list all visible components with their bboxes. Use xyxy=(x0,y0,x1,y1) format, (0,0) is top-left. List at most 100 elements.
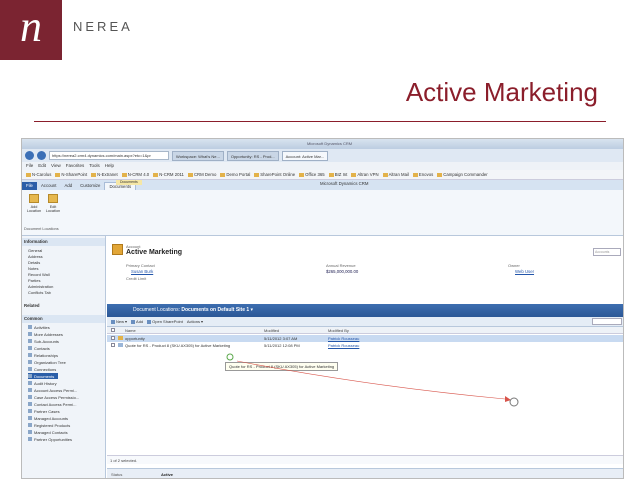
crm-screenshot: Microsoft Dynamics CRM https://nerea2.cr… xyxy=(21,138,624,479)
menu-help[interactable]: Help xyxy=(105,162,114,170)
brand-name: NEREA xyxy=(73,19,133,34)
favorites-bar: N-Carolus N-SharePoint N-Extranet N-CRM … xyxy=(22,170,623,180)
add-location-button[interactable]: Add Location xyxy=(25,194,43,213)
favorite-link[interactable]: Enovos xyxy=(412,172,433,177)
browser-tab[interactable]: Opportunity: RS - Prod... xyxy=(226,150,279,161)
favorite-link[interactable]: SharePoint Online xyxy=(254,172,295,177)
forward-icon[interactable] xyxy=(37,151,46,160)
menu-favorites[interactable]: Favorites xyxy=(66,162,85,170)
document-icon xyxy=(28,374,32,378)
account-icon xyxy=(28,416,32,420)
favorite-link[interactable]: N-SharePoint xyxy=(55,172,87,177)
favorite-link[interactable]: Demo Portal xyxy=(220,172,250,177)
nav-item-sub-accounts[interactable]: Sub-Accounts xyxy=(28,338,59,344)
slide-title: Active Marketing xyxy=(405,77,598,107)
ribbon-group-label: Document Locations xyxy=(24,227,59,231)
favorite-link[interactable]: BIZ Int xyxy=(328,172,347,177)
nav-item-partner-opportunities[interactable]: Partner Opportunities xyxy=(28,436,72,442)
nav-item-contacts[interactable]: Contacts xyxy=(28,345,50,351)
nav-item-account-access[interactable]: Account Access Permi... xyxy=(28,387,77,393)
ribbon: Add Location Edit Location Document Loca… xyxy=(22,190,623,236)
left-nav: Information General Address Details Note… xyxy=(22,236,106,478)
main-content: Account Active Marketing Accounts Primar… xyxy=(107,236,623,478)
nav-item-activities[interactable]: Activities xyxy=(28,324,50,330)
favorite-icon xyxy=(121,172,127,177)
nav-item-documents[interactable]: Documents xyxy=(28,373,59,379)
nav-item-managed-contacts[interactable]: Managed Contacts xyxy=(28,429,68,435)
nav-item-organization-tree[interactable]: Organization Tree xyxy=(28,359,66,365)
folder-add-icon xyxy=(29,194,39,203)
favorite-icon xyxy=(91,172,97,177)
favorite-icon xyxy=(254,172,260,177)
favorite-icon xyxy=(299,172,305,177)
permission-icon xyxy=(28,402,32,406)
menu-edit[interactable]: Edit xyxy=(38,162,46,170)
favorite-link[interactable]: Altran VPN xyxy=(351,172,379,177)
nav-item-registered-products[interactable]: Registered Products xyxy=(28,422,70,428)
drag-path xyxy=(236,360,506,400)
edit-location-button[interactable]: Edit Location xyxy=(44,194,62,213)
menu-tools[interactable]: Tools xyxy=(89,162,100,170)
nav-item-connections[interactable]: Connections xyxy=(28,366,56,372)
drag-arrow xyxy=(226,353,519,407)
browser-tab[interactable]: Workspace: What's Ne... xyxy=(172,150,224,161)
browser-titlebar: Microsoft Dynamics CRM xyxy=(22,139,623,149)
favorite-link[interactable]: N-CRM 2011 xyxy=(153,172,184,177)
status-value: Active xyxy=(161,472,174,477)
ribbon-tab-customize[interactable]: Customize xyxy=(76,182,104,190)
favorite-icon xyxy=(351,172,357,177)
favorite-icon xyxy=(412,172,418,177)
audit-icon xyxy=(28,381,32,385)
cursor-icon xyxy=(509,397,519,407)
nav-item-partner-cases[interactable]: Partner Cases xyxy=(28,408,60,414)
address-icon xyxy=(28,332,32,336)
nav-item-conflicts-tab[interactable]: Conflicts Tab xyxy=(28,289,51,295)
case-icon xyxy=(28,409,32,413)
favorite-link[interactable]: CRM Demo xyxy=(187,172,216,177)
nav-header-common[interactable]: Common xyxy=(22,315,105,323)
account-icon xyxy=(28,339,32,343)
relationship-icon xyxy=(28,353,32,357)
nav-header-information[interactable]: Information xyxy=(22,238,105,246)
favorite-icon xyxy=(153,172,159,177)
permission-icon xyxy=(28,395,32,399)
back-icon[interactable] xyxy=(25,151,34,160)
crm-title: Microsoft Dynamics CRM xyxy=(320,181,369,186)
address-bar: https://nerea2.crm4.dynamics.com/main.as… xyxy=(22,149,623,162)
favorite-icon xyxy=(328,172,334,177)
favorite-link[interactable]: N-CRM 4.0 xyxy=(121,172,149,177)
selection-status: 1 of 2 selected. xyxy=(107,455,623,464)
favorite-icon xyxy=(187,172,193,177)
browser-tab-active[interactable]: Account: Active Mar... xyxy=(281,150,329,161)
permission-icon xyxy=(28,388,32,392)
connection-icon xyxy=(28,367,32,371)
url-input[interactable]: https://nerea2.crm4.dynamics.com/main.as… xyxy=(49,151,169,160)
favorite-icon xyxy=(55,172,61,177)
nav-item-audit-history[interactable]: Audit History xyxy=(28,380,57,386)
favorite-icon xyxy=(382,172,388,177)
nav-item-managed-accounts[interactable]: Managed Accounts xyxy=(28,415,68,421)
nerea-logo: n xyxy=(0,0,62,60)
nav-header-related: Related xyxy=(24,303,40,308)
ribbon-context-label: Documents xyxy=(116,180,142,185)
favorite-link[interactable]: N-Carolus xyxy=(26,172,51,177)
nav-item-relationships[interactable]: Relationships xyxy=(28,352,58,358)
activities-icon xyxy=(28,325,32,329)
favorite-icon xyxy=(26,172,31,177)
product-icon xyxy=(28,423,32,427)
nav-item-case-access[interactable]: Case Access Permissio... xyxy=(28,394,79,400)
record-status-bar: Status Active xyxy=(107,468,623,478)
favorite-link[interactable]: Altran Mail xyxy=(382,172,409,177)
drag-start-marker xyxy=(226,353,234,361)
nav-item-more-addresses[interactable]: More Addresses xyxy=(28,331,63,337)
ribbon-tab-file[interactable]: File xyxy=(22,182,37,190)
favorite-link[interactable]: Campaign Commander xyxy=(437,172,488,177)
favorite-link[interactable]: Office 365 xyxy=(299,172,325,177)
ribbon-tab-add[interactable]: Add xyxy=(60,182,76,190)
favorite-icon xyxy=(220,172,226,177)
favorite-link[interactable]: N-Extranet xyxy=(91,172,118,177)
ribbon-tab-account[interactable]: Account xyxy=(37,182,61,190)
nav-item-contact-access[interactable]: Contact Access Permi... xyxy=(28,401,76,407)
menu-file[interactable]: File xyxy=(26,162,33,170)
menu-view[interactable]: View xyxy=(51,162,61,170)
